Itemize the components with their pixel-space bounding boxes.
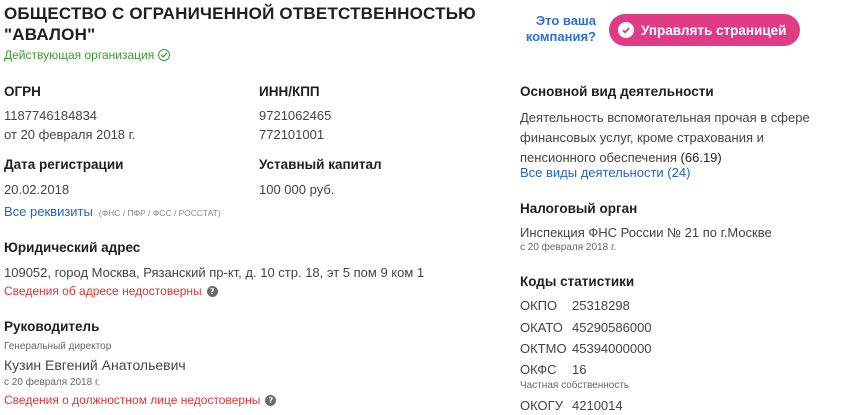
tax-since: с 20 февраля 2018 г.	[520, 242, 617, 253]
activity-label: Основной вид деятельности	[520, 84, 714, 99]
stat-code-key: ОКФС	[520, 362, 557, 377]
director-position: Генеральный директор	[4, 341, 112, 352]
requisites-sources: (ФНС / ПФР / ФСС / РОССТАТ)	[98, 208, 221, 218]
kpp-value: 772101001	[259, 127, 325, 142]
owner-question-line1: Это ваша	[535, 13, 596, 28]
manage-page-label: Управлять страницей	[641, 22, 787, 38]
shield-icon	[618, 22, 634, 38]
inn-kpp-label: ИНН/КПП	[259, 84, 320, 99]
inn-value: 9721062465	[259, 108, 332, 123]
stat-code-key: ОКТМО	[520, 341, 567, 356]
activity-line1: Деятельность вспомогательная прочая в сф…	[520, 110, 810, 125]
address-warning-text: Сведения об адресе недостоверны	[4, 284, 202, 298]
stat-code-value: 25318298	[572, 298, 630, 313]
tax-value: Инспекция ФНС России № 21 по г.Москве	[520, 225, 772, 240]
director-name: Кузин Евгений Анатольевич	[4, 357, 186, 373]
all-requisites-link[interactable]: Все реквизиты	[4, 204, 93, 219]
stat-code-value: 45394000000	[572, 341, 652, 356]
stat-code-row: ОКПО 25318298	[520, 297, 630, 314]
activity-description: Деятельность вспомогательная прочая в сф…	[520, 108, 810, 168]
address-warning: Сведения об адресе недостоверны ?	[4, 284, 218, 298]
director-since: с 20 февраля 2018 г.	[4, 377, 101, 388]
stat-code-row: ОКФС 16	[520, 361, 586, 378]
manage-page-button[interactable]: Управлять страницей	[609, 14, 801, 46]
director-warning: Сведения о должностном лице недостоверны…	[4, 393, 277, 407]
status-label: Действующая организация	[4, 48, 155, 62]
stat-code-value: 4210014	[572, 398, 623, 413]
stat-code-key: ОКОГУ	[520, 398, 563, 413]
okfs-note: Частная собственность	[520, 380, 630, 391]
activity-code: (66.19)	[680, 150, 722, 165]
address-label: Юридический адрес	[4, 240, 141, 255]
director-warning-text: Сведения о должностном лице недостоверны	[4, 393, 261, 407]
activity-line3: пенсионного обеспечения	[520, 150, 677, 165]
tax-label: Налоговый орган	[520, 201, 638, 216]
all-activities-link[interactable]: Все виды деятельности (24)	[520, 165, 690, 180]
stat-code-value: 45290586000	[572, 320, 652, 335]
company-name-line2: "АВАЛОН"	[4, 25, 96, 44]
stat-code-key: ОКПО	[520, 298, 558, 313]
company-name-line1: ОБЩЕСТВО С ОГРАНИЧЕННОЙ ОТВЕТСТВЕННОСТЬЮ	[4, 4, 476, 23]
ogrn-label: ОГРН	[4, 84, 41, 99]
check-circle-icon	[158, 49, 171, 61]
stat-code-key: ОКАТО	[520, 320, 563, 335]
ogrn-date: от 20 февраля 2018 г.	[4, 127, 136, 142]
owner-question: Это ваша компания?	[514, 13, 596, 45]
requisites-row: Все реквизиты (ФНС / ПФР / ФСС / РОССТАТ…	[4, 204, 221, 219]
activity-line2: финансовых услуг, кроме страхования и	[520, 130, 764, 145]
help-icon[interactable]: ?	[265, 394, 277, 406]
stats-label: Коды статистики	[520, 274, 635, 289]
ogrn-value: 1187746184834	[4, 108, 98, 123]
status-badge: Действующая организация	[4, 48, 171, 62]
capital-label: Уставный капитал	[259, 157, 382, 172]
owner-question-line2: компания?	[525, 29, 596, 44]
director-label: Руководитель	[4, 319, 100, 334]
registration-value: 20.02.2018	[4, 182, 70, 197]
capital-value: 100 000 руб.	[259, 182, 335, 197]
stat-code-row: ОКАТО 45290586000	[520, 319, 652, 336]
help-icon[interactable]: ?	[206, 285, 218, 297]
registration-label: Дата регистрации	[4, 157, 124, 172]
stat-code-row: ОКОГУ 4210014	[520, 397, 623, 414]
stat-code-row: ОКТМО 45394000000	[520, 340, 652, 357]
stat-code-value: 16	[572, 362, 587, 377]
address-value: 109052, город Москва, Рязанский пр-кт, д…	[4, 265, 425, 280]
